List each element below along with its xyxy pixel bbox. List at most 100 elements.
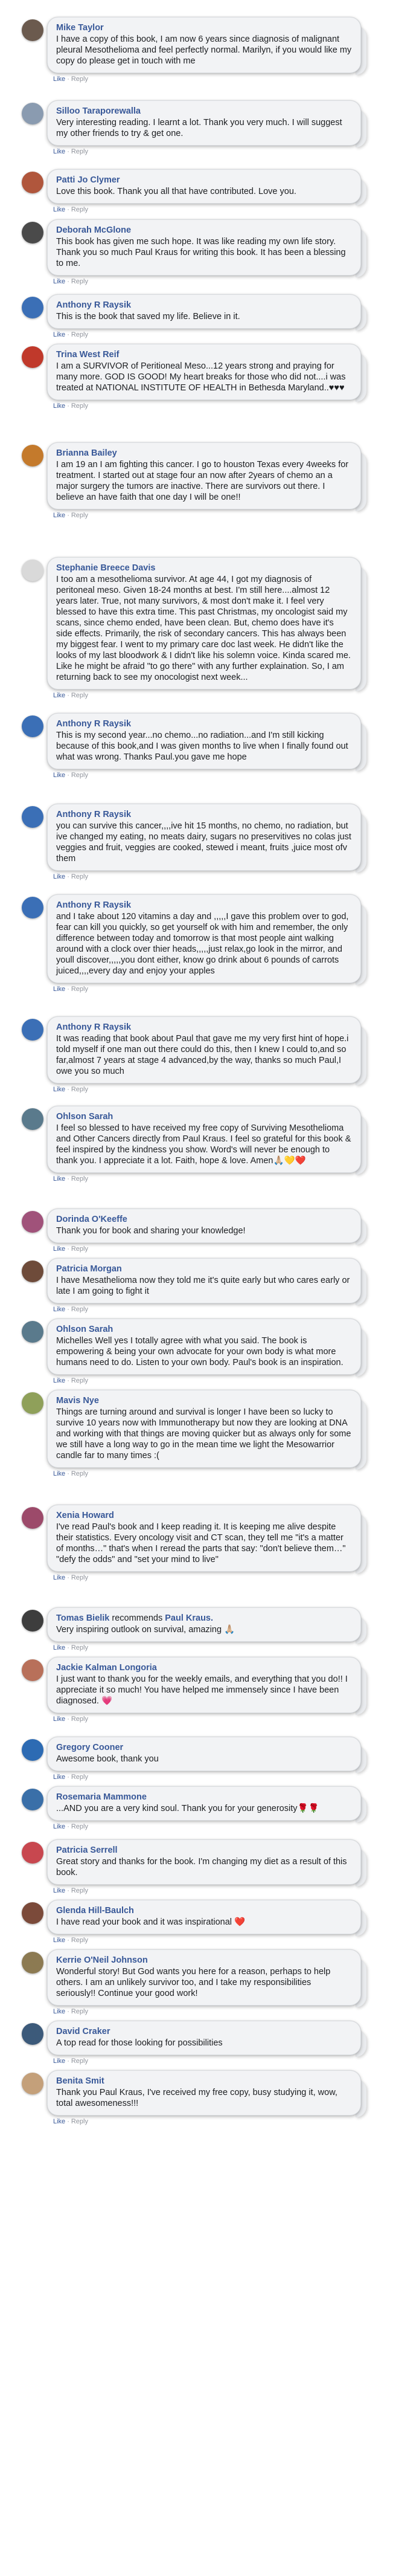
like-link[interactable]: Like xyxy=(53,1306,65,1313)
reply-link[interactable]: Reply xyxy=(71,1774,88,1781)
reply-link[interactable]: Reply xyxy=(71,1574,88,1581)
comment-author[interactable]: Anthony R Raysik xyxy=(56,809,352,821)
reply-link[interactable]: Reply xyxy=(71,76,88,83)
reply-link[interactable]: Reply xyxy=(71,1887,88,1894)
like-link[interactable]: Like xyxy=(53,1716,65,1723)
reply-link[interactable]: Reply xyxy=(71,1306,88,1313)
author-name-link[interactable]: Stephanie Breece Davis xyxy=(56,563,155,573)
like-link[interactable]: Like xyxy=(53,402,65,410)
author-name-link[interactable]: Rosemaria Mammone xyxy=(56,1792,147,1802)
comment-author[interactable]: Anthony R Raysik xyxy=(56,900,352,911)
comment-author[interactable]: Glenda Hill-Baulch xyxy=(56,1905,352,1917)
comment-author[interactable]: Jackie Kalman Longoria xyxy=(56,1662,352,1674)
like-link[interactable]: Like xyxy=(53,1470,65,1477)
reply-link[interactable]: Reply xyxy=(71,1175,88,1183)
author-name-link[interactable]: Anthony R Raysik xyxy=(56,1022,131,1032)
like-link[interactable]: Like xyxy=(53,1245,65,1253)
like-link[interactable]: Like xyxy=(53,1887,65,1894)
recommended-page-link[interactable]: Paul Kraus. xyxy=(165,1613,213,1623)
comment-author[interactable]: Anthony R Raysik xyxy=(56,718,352,730)
avatar[interactable] xyxy=(22,172,43,193)
author-name-link[interactable]: Xenia Howard xyxy=(56,1511,114,1520)
comment-author[interactable]: Silloo Taraporewalla xyxy=(56,106,352,117)
author-name-link[interactable]: Benita Smit xyxy=(56,2076,104,2086)
like-link[interactable]: Like xyxy=(53,986,65,993)
like-link[interactable]: Like xyxy=(53,512,65,519)
reply-link[interactable]: Reply xyxy=(71,1086,88,1093)
avatar[interactable] xyxy=(22,297,43,318)
like-link[interactable]: Like xyxy=(53,206,65,213)
reply-link[interactable]: Reply xyxy=(71,1470,88,1477)
author-name-link[interactable]: Patti Jo Clymer xyxy=(56,175,120,185)
reply-link[interactable]: Reply xyxy=(71,331,88,338)
avatar[interactable] xyxy=(22,1789,43,1810)
avatar[interactable] xyxy=(22,346,43,368)
avatar[interactable] xyxy=(22,19,43,41)
reply-link[interactable]: Reply xyxy=(71,1245,88,1253)
author-name-link[interactable]: Trina West Reif xyxy=(56,350,119,360)
comment-author[interactable]: Benita Smit xyxy=(56,2076,352,2087)
author-name-link[interactable]: Anthony R Raysik xyxy=(56,810,131,819)
comment-author[interactable]: Anthony R Raysik xyxy=(56,1022,352,1033)
comment-author[interactable]: Patti Jo Clymer xyxy=(56,175,352,186)
like-link[interactable]: Like xyxy=(53,2058,65,2065)
like-link[interactable]: Like xyxy=(53,1377,65,1384)
author-name-link[interactable]: Brianna Bailey xyxy=(56,448,117,458)
author-name-link[interactable]: Ohlson Sarah xyxy=(56,1325,113,1334)
like-link[interactable]: Like xyxy=(53,148,65,155)
avatar[interactable] xyxy=(22,1108,43,1130)
avatar[interactable] xyxy=(22,1211,43,1233)
like-link[interactable]: Like xyxy=(53,692,65,699)
reply-link[interactable]: Reply xyxy=(71,772,88,779)
avatar[interactable] xyxy=(22,1321,43,1343)
avatar[interactable] xyxy=(22,1019,43,1041)
avatar[interactable] xyxy=(22,1507,43,1529)
avatar[interactable] xyxy=(22,715,43,737)
reply-link[interactable]: Reply xyxy=(71,1644,88,1651)
avatar[interactable] xyxy=(22,560,43,581)
author-name-link[interactable]: Deborah McGlone xyxy=(56,225,131,235)
author-name-link[interactable]: Silloo Taraporewalla xyxy=(56,106,141,116)
reply-link[interactable]: Reply xyxy=(71,1377,88,1384)
like-link[interactable]: Like xyxy=(53,1774,65,1781)
avatar[interactable] xyxy=(22,103,43,124)
comment-author[interactable]: David Craker xyxy=(56,2026,352,2038)
like-link[interactable]: Like xyxy=(53,1175,65,1183)
like-link[interactable]: Like xyxy=(53,772,65,779)
reply-link[interactable]: Reply xyxy=(71,2118,88,2125)
comment-author[interactable]: Trina West Reif xyxy=(56,349,352,361)
comment-author[interactable]: Rosemaria Mammone xyxy=(56,1792,352,1803)
avatar[interactable] xyxy=(22,1261,43,1282)
like-link[interactable]: Like xyxy=(53,1086,65,1093)
comment-author[interactable]: Mike Taylor xyxy=(56,22,352,34)
reply-link[interactable]: Reply xyxy=(71,986,88,993)
author-name-link[interactable]: Gregory Cooner xyxy=(56,1743,123,1752)
avatar[interactable] xyxy=(22,1842,43,1864)
comment-author[interactable]: Gregory Cooner xyxy=(56,1742,352,1754)
author-name-link[interactable]: Mike Taylor xyxy=(56,23,104,33)
reply-link[interactable]: Reply xyxy=(71,873,88,880)
like-link[interactable]: Like xyxy=(53,2118,65,2125)
avatar[interactable] xyxy=(22,1739,43,1761)
author-name-link[interactable]: Ohlson Sarah xyxy=(56,1112,113,1122)
like-link[interactable]: Like xyxy=(53,331,65,338)
like-link[interactable]: Like xyxy=(53,1937,65,1944)
author-name-link[interactable]: Patricia Serrell xyxy=(56,1845,118,1855)
comment-author[interactable]: Patricia Morgan xyxy=(56,1264,352,1275)
avatar[interactable] xyxy=(22,1952,43,1974)
author-name-link[interactable]: Jackie Kalman Longoria xyxy=(56,1663,157,1673)
reply-link[interactable]: Reply xyxy=(71,2008,88,2015)
reply-link[interactable]: Reply xyxy=(71,1716,88,1723)
author-name-link[interactable]: David Craker xyxy=(56,2027,110,2036)
reply-link[interactable]: Reply xyxy=(71,278,88,285)
avatar[interactable] xyxy=(22,2023,43,2045)
reply-link[interactable]: Reply xyxy=(71,148,88,155)
comment-author[interactable]: Mavis Nye xyxy=(56,1395,352,1407)
like-link[interactable]: Like xyxy=(53,76,65,83)
comment-author[interactable]: Brianna Bailey xyxy=(56,448,352,459)
like-link[interactable]: Like xyxy=(53,278,65,285)
avatar[interactable] xyxy=(22,1392,43,1414)
comment-author[interactable]: Stephanie Breece Davis xyxy=(56,563,352,574)
avatar[interactable] xyxy=(22,1610,43,1632)
author-name-link[interactable]: Anthony R Raysik xyxy=(56,900,131,910)
